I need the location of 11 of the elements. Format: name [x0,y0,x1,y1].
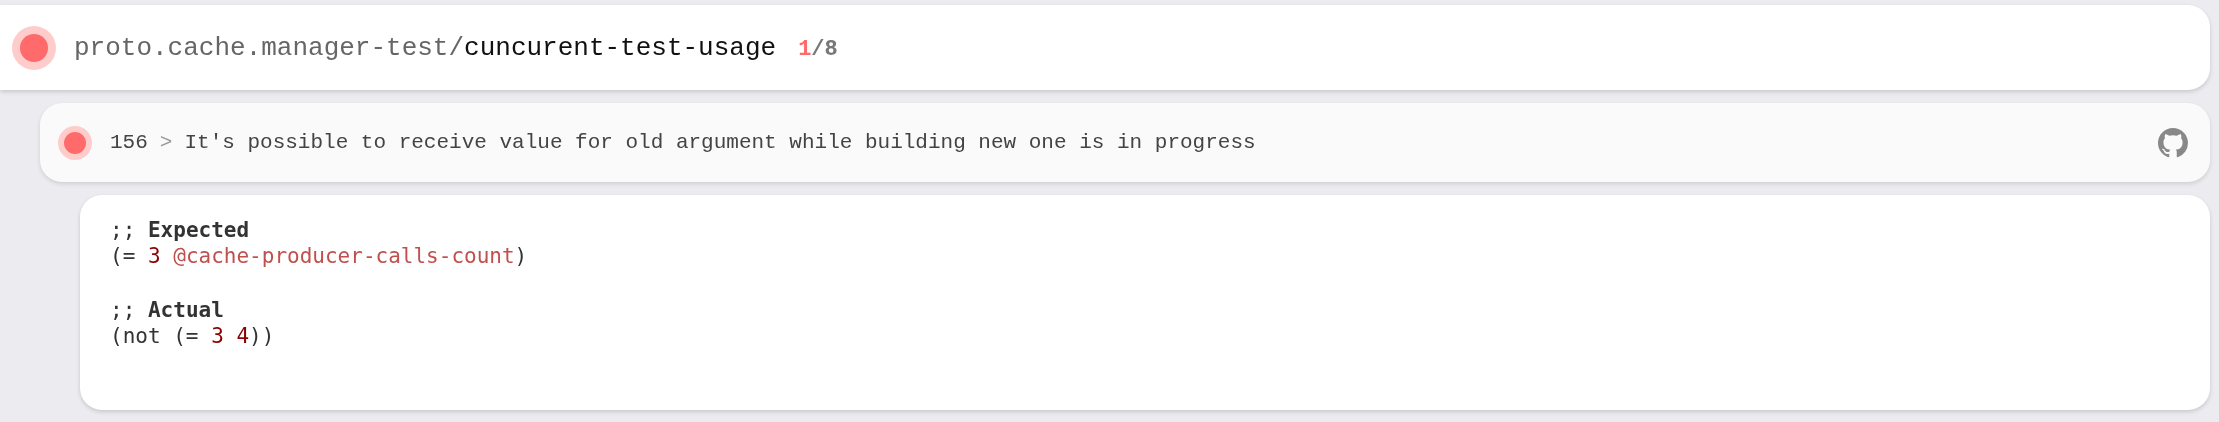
assertion-message: It's possible to receive value for old argument while building new one is in progress [184,131,1256,154]
test-name: cuncurent-test-usage [464,32,777,63]
line-number: 156 [110,131,148,154]
code-line: (= 3 @cache-producer-calls-count) [110,243,529,269]
namespace-name: proto.cache.manager-test/ [74,32,465,63]
test-counter: 1/8 [798,36,838,62]
github-icon[interactable] [2158,127,2188,158]
report-heading: ;; Expected [110,217,251,243]
separator: > [159,131,173,154]
code-line: (not (= 3 4)) [110,323,276,349]
report-heading: ;; Actual [110,297,225,323]
